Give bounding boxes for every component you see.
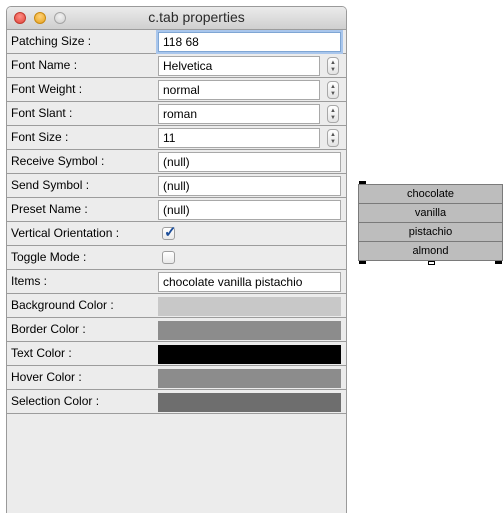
inlet-handle[interactable] <box>359 181 366 184</box>
row-send-symbol: Send Symbol : (null) <box>7 174 346 198</box>
tab-item[interactable]: pistachio <box>358 222 503 242</box>
stepper-up-icon: ▲ <box>330 84 336 90</box>
tab-item[interactable]: vanilla <box>358 203 503 223</box>
checkmark-icon: ✓ <box>164 224 177 241</box>
row-toggle-mode: Toggle Mode : <box>7 246 346 270</box>
stepper-down-icon: ▼ <box>330 91 336 97</box>
items-field[interactable]: chocolate vanilla pistachio <box>158 272 341 292</box>
stepper-down-icon: ▼ <box>330 139 336 145</box>
row-preset-name: Preset Name : (null) <box>7 198 346 222</box>
stepper-down-icon: ▼ <box>330 67 336 73</box>
row-font-slant: Font Slant : roman ▲ ▼ <box>7 102 346 126</box>
background-color-label: Background Color : <box>11 298 114 312</box>
text-color-label: Text Color : <box>11 346 72 360</box>
font-name-label: Font Name : <box>11 58 78 72</box>
border-color-label: Border Color : <box>11 322 86 336</box>
receive-symbol-field[interactable]: (null) <box>158 152 341 172</box>
toggle-mode-label: Toggle Mode : <box>11 250 87 264</box>
stepper-up-icon: ▲ <box>330 108 336 114</box>
font-weight-stepper[interactable]: ▲ ▼ <box>327 81 339 99</box>
font-slant-stepper[interactable]: ▲ ▼ <box>327 105 339 123</box>
stepper-up-icon: ▲ <box>330 132 336 138</box>
send-symbol-label: Send Symbol : <box>11 178 90 192</box>
border-color-swatch[interactable] <box>158 321 341 340</box>
row-border-color: Border Color : <box>7 318 346 342</box>
stepper-up-icon: ▲ <box>330 60 336 66</box>
selection-color-label: Selection Color : <box>11 394 100 408</box>
vertical-orientation-label: Vertical Orientation : <box>11 226 120 240</box>
hover-color-label: Hover Color : <box>11 370 82 384</box>
row-hover-color: Hover Color : <box>7 366 346 390</box>
font-name-stepper[interactable]: ▲ ▼ <box>327 57 339 75</box>
row-patching-size: Patching Size : 118 68 <box>7 30 346 54</box>
outlet-handle[interactable] <box>495 261 502 264</box>
font-size-field[interactable]: 11 <box>158 128 320 148</box>
preset-name-field[interactable]: (null) <box>158 200 341 220</box>
row-items: Items : chocolate vanilla pistachio <box>7 270 346 294</box>
tab-item[interactable]: almond <box>358 241 503 261</box>
patching-size-field[interactable]: 118 68 <box>158 32 341 52</box>
row-background-color: Background Color : <box>7 294 346 318</box>
patching-size-label: Patching Size : <box>11 34 92 48</box>
preset-name-label: Preset Name : <box>11 202 88 216</box>
font-slant-field[interactable]: roman <box>158 104 320 124</box>
row-receive-symbol: Receive Symbol : (null) <box>7 150 346 174</box>
row-text-color: Text Color : <box>7 342 346 366</box>
text-color-swatch[interactable] <box>158 345 341 364</box>
font-name-field[interactable]: Helvetica <box>158 56 320 76</box>
row-font-size: Font Size : 11 ▲ ▼ <box>7 126 346 150</box>
window-title: c.tab properties <box>148 9 245 25</box>
row-vertical-orientation: Vertical Orientation : ✓ <box>7 222 346 246</box>
items-label: Items : <box>11 274 48 288</box>
font-size-stepper[interactable]: ▲ ▼ <box>327 129 339 147</box>
outlet-handle[interactable] <box>428 261 435 265</box>
font-slant-label: Font Slant : <box>11 106 73 120</box>
vertical-orientation-checkbox[interactable]: ✓ <box>162 224 177 241</box>
hover-color-swatch[interactable] <box>158 369 341 388</box>
row-font-weight: Font Weight : normal ▲ ▼ <box>7 78 346 102</box>
font-weight-field[interactable]: normal <box>158 80 320 100</box>
font-weight-label: Font Weight : <box>11 82 83 96</box>
background-color-swatch[interactable] <box>158 297 341 316</box>
tab-item[interactable]: chocolate <box>358 184 503 204</box>
row-font-name: Font Name : Helvetica ▲ ▼ <box>7 54 346 78</box>
receive-symbol-label: Receive Symbol : <box>11 154 105 168</box>
toggle-mode-checkbox[interactable] <box>162 251 175 264</box>
row-selection-color: Selection Color : <box>7 390 346 414</box>
selection-color-swatch[interactable] <box>158 393 341 412</box>
stepper-down-icon: ▼ <box>330 115 336 121</box>
font-size-label: Font Size : <box>11 130 69 144</box>
properties-window: c.tab properties Patching Size : 118 68 … <box>6 6 347 513</box>
properties-list: Patching Size : 118 68 Font Name : Helve… <box>7 30 346 513</box>
outlet-handle[interactable] <box>359 261 366 264</box>
title-bar[interactable]: c.tab properties <box>7 7 346 30</box>
tab-object[interactable]: chocolate vanilla pistachio almond <box>358 181 503 266</box>
send-symbol-field[interactable]: (null) <box>158 176 341 196</box>
